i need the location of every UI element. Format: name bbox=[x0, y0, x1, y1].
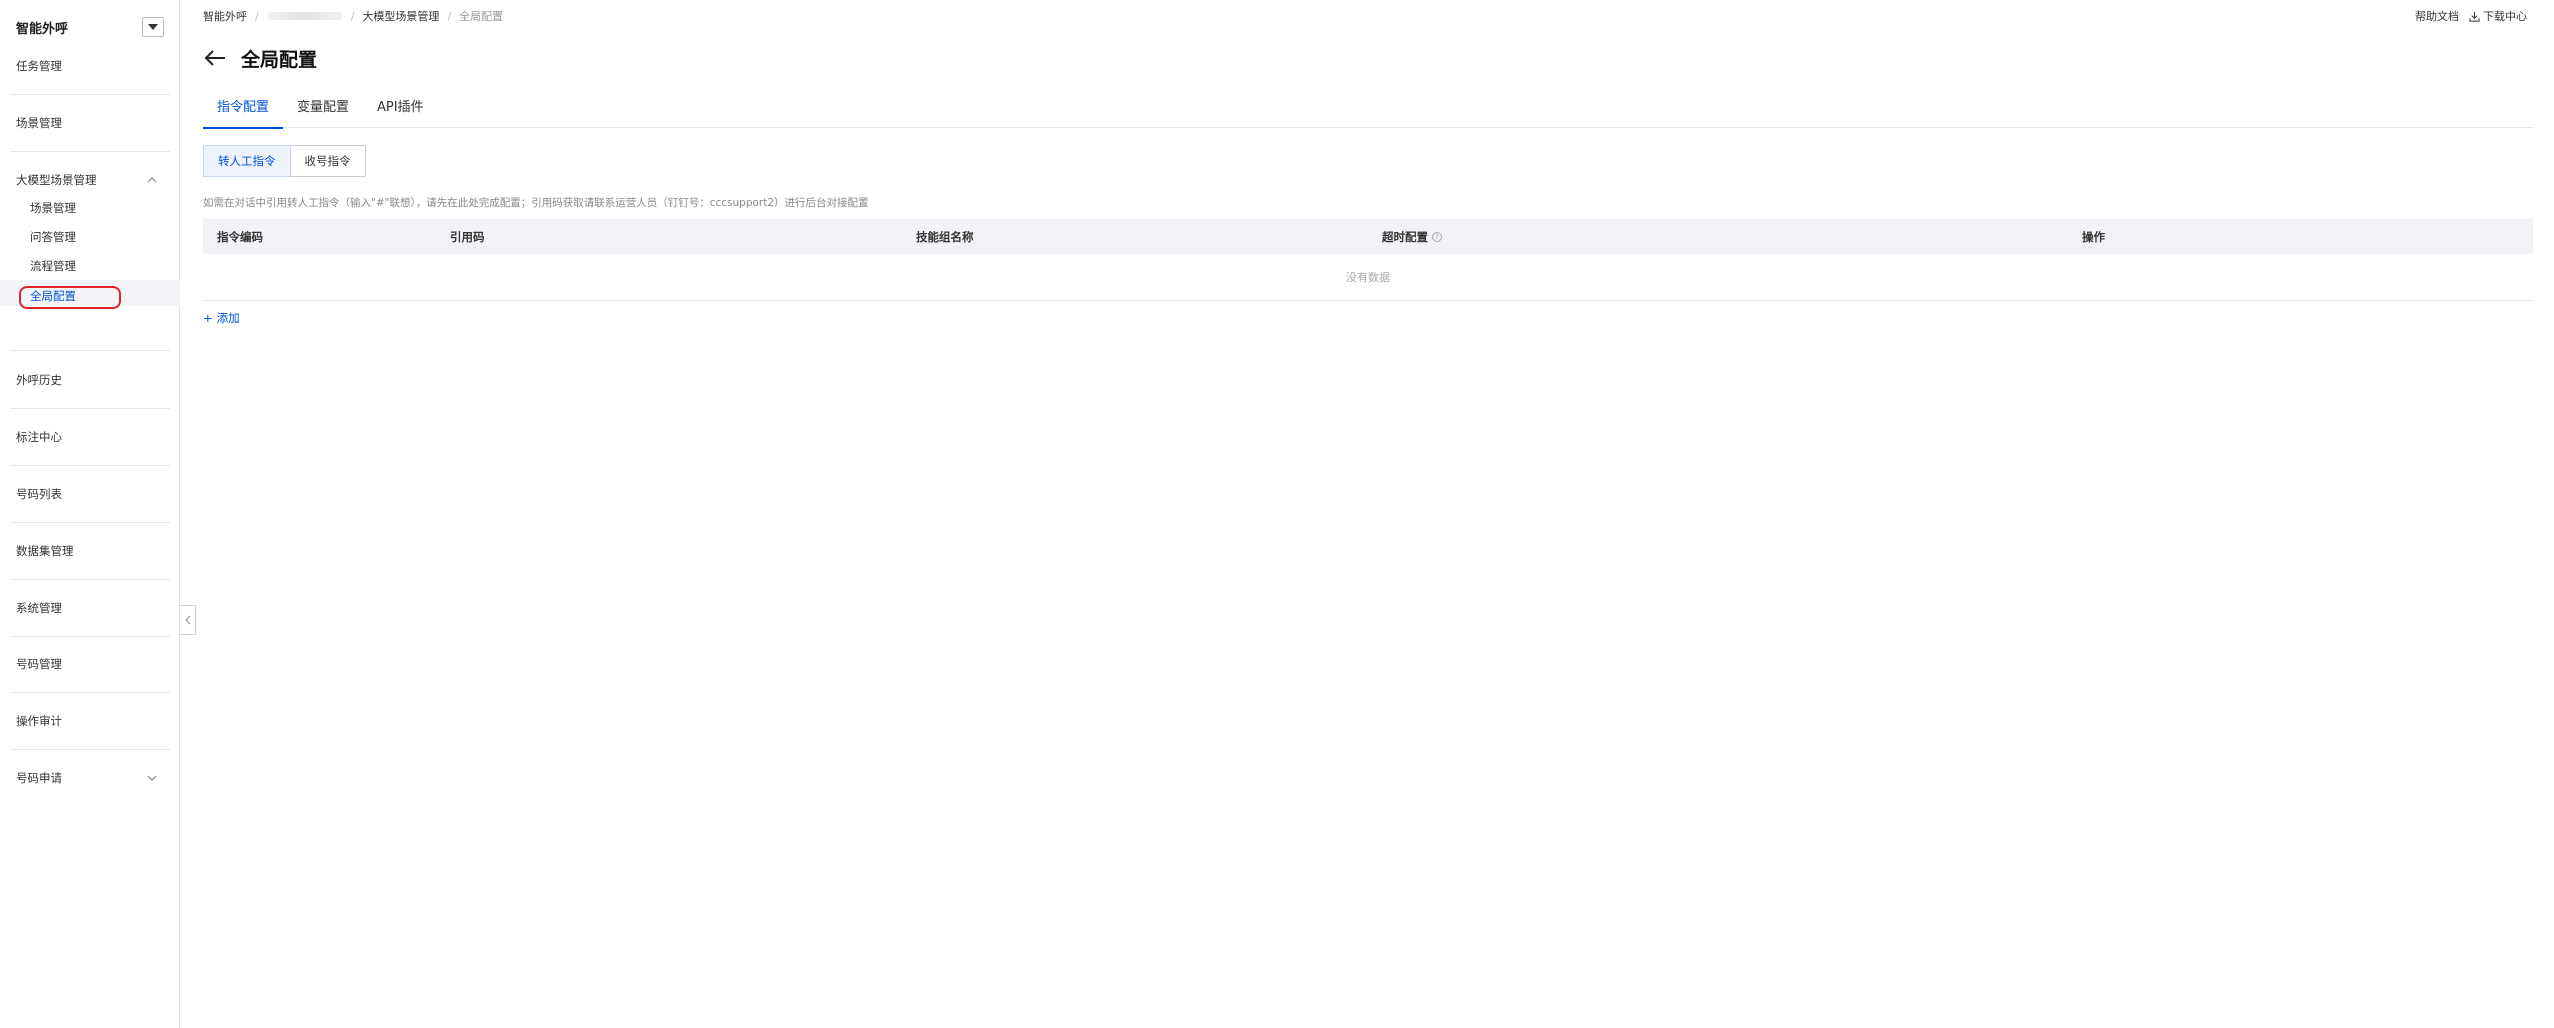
app-title: 智能外呼 bbox=[16, 21, 69, 37]
command-table: 指令编码 引用码 技能组名称 超时配置 ? 操作 没有数据 bbox=[203, 219, 2533, 301]
tab-bar: 指令配置 变量配置 API插件 bbox=[203, 92, 2533, 129]
sidebar-divider bbox=[10, 579, 170, 580]
sidebar-divider bbox=[10, 692, 170, 693]
sidebar-divider bbox=[10, 465, 170, 466]
breadcrumb-current: 全局配置 bbox=[459, 10, 504, 23]
sidebar-divider bbox=[10, 151, 170, 152]
segment-transfer-human[interactable]: 转人工指令 bbox=[203, 145, 291, 177]
app-root: 智能外呼 任务管理 场景管理 大模型场景管理 场景管理 问答管理 流程管理 全局… bbox=[0, 0, 2554, 1028]
chevron-left-icon bbox=[184, 615, 190, 625]
table-empty-state: 没有数据 bbox=[203, 254, 2533, 301]
caret-down-icon bbox=[148, 24, 158, 30]
column-header-timeout-label: 超时配置 bbox=[1382, 229, 1428, 244]
column-header-skill-group: 技能组名称 bbox=[916, 229, 974, 244]
page-header: 全局配置 bbox=[203, 44, 317, 72]
chevron-up-icon bbox=[147, 177, 157, 183]
top-right-links: 帮助文档 下载中心 bbox=[2415, 8, 2527, 24]
column-header-actions: 操作 bbox=[2082, 229, 2105, 244]
sidebar-item-sub-qa[interactable]: 问答管理 bbox=[0, 227, 180, 247]
sidebar-header: 智能外呼 bbox=[16, 14, 164, 40]
command-type-segment: 转人工指令 收号指令 bbox=[203, 145, 366, 177]
sidebar-item-system[interactable]: 系统管理 bbox=[0, 598, 180, 618]
table-header: 指令编码 引用码 技能组名称 超时配置 ? 操作 bbox=[203, 219, 2533, 254]
config-hint-text: 如需在对话中引用转人工指令（输入"#"联想），请先在此处完成配置；引用码获取请联… bbox=[203, 197, 869, 209]
sidebar-item-scene[interactable]: 场景管理 bbox=[0, 113, 180, 133]
sidebar-divider bbox=[10, 522, 170, 523]
plus-icon: + bbox=[203, 311, 213, 325]
breadcrumb-separator: / bbox=[255, 9, 259, 23]
download-icon bbox=[2469, 11, 2480, 22]
sidebar-item-audit[interactable]: 操作审计 bbox=[0, 711, 180, 731]
chevron-down-icon bbox=[147, 775, 157, 781]
add-command-button[interactable]: + 添加 bbox=[203, 310, 240, 326]
column-header-timeout: 超时配置 ? bbox=[1368, 229, 2068, 245]
column-header-code: 指令编码 bbox=[217, 229, 263, 244]
sidebar-group-number-apply[interactable]: 号码申请 bbox=[0, 768, 180, 788]
sidebar-divider bbox=[10, 636, 170, 637]
sidebar-group-llm-scene[interactable]: 大模型场景管理 bbox=[0, 170, 180, 190]
column-header-ref-code: 引用码 bbox=[450, 229, 485, 244]
tab-command-config[interactable]: 指令配置 bbox=[203, 92, 284, 129]
sidebar-item-number-mgmt[interactable]: 号码管理 bbox=[0, 654, 180, 674]
sidebar: 智能外呼 任务管理 场景管理 大模型场景管理 场景管理 问答管理 流程管理 全局… bbox=[0, 0, 180, 1028]
sidebar-divider bbox=[10, 408, 170, 409]
segment-collect-number[interactable]: 收号指令 bbox=[290, 145, 366, 177]
sidebar-item-annotation[interactable]: 标注中心 bbox=[0, 427, 180, 447]
sidebar-item-sub-flow[interactable]: 流程管理 bbox=[0, 256, 180, 276]
back-arrow-icon[interactable] bbox=[203, 47, 227, 69]
sidebar-divider bbox=[10, 94, 170, 95]
breadcrumb-parent[interactable]: 大模型场景管理 bbox=[362, 8, 439, 24]
breadcrumb-separator: / bbox=[447, 9, 452, 23]
breadcrumb-redacted bbox=[266, 12, 343, 20]
download-center-link[interactable]: 下载中心 bbox=[2469, 8, 2527, 24]
page-title: 全局配置 bbox=[241, 48, 318, 71]
sidebar-item-history[interactable]: 外呼历史 bbox=[0, 370, 180, 390]
highlight-annotation bbox=[19, 286, 121, 309]
add-button-label: 添加 bbox=[216, 311, 240, 325]
sidebar-item-sub-scene[interactable]: 场景管理 bbox=[0, 198, 180, 218]
sidebar-divider bbox=[10, 350, 170, 351]
breadcrumb-separator: / bbox=[350, 9, 355, 23]
sidebar-divider bbox=[10, 749, 170, 750]
sidebar-item-dataset[interactable]: 数据集管理 bbox=[0, 541, 180, 561]
sidebar-group-label: 号码申请 bbox=[16, 771, 62, 785]
download-center-label: 下载中心 bbox=[2483, 10, 2527, 23]
tab-variable-config[interactable]: 变量配置 bbox=[283, 92, 363, 128]
sidebar-item-numbers[interactable]: 号码列表 bbox=[0, 484, 180, 504]
sidebar-collapse-button[interactable] bbox=[180, 605, 196, 635]
app-switch-dropdown[interactable] bbox=[142, 17, 164, 37]
sidebar-group-label: 大模型场景管理 bbox=[16, 173, 97, 187]
tab-api-plugin[interactable]: API插件 bbox=[363, 92, 438, 128]
sidebar-item-task[interactable]: 任务管理 bbox=[0, 56, 180, 76]
help-docs-link[interactable]: 帮助文档 bbox=[2415, 8, 2459, 24]
breadcrumb-root[interactable]: 智能外呼 bbox=[203, 8, 247, 24]
help-circle-icon[interactable]: ? bbox=[1432, 231, 1442, 242]
breadcrumb: 智能外呼 / / 大模型场景管理 / 全局配置 bbox=[203, 8, 503, 24]
